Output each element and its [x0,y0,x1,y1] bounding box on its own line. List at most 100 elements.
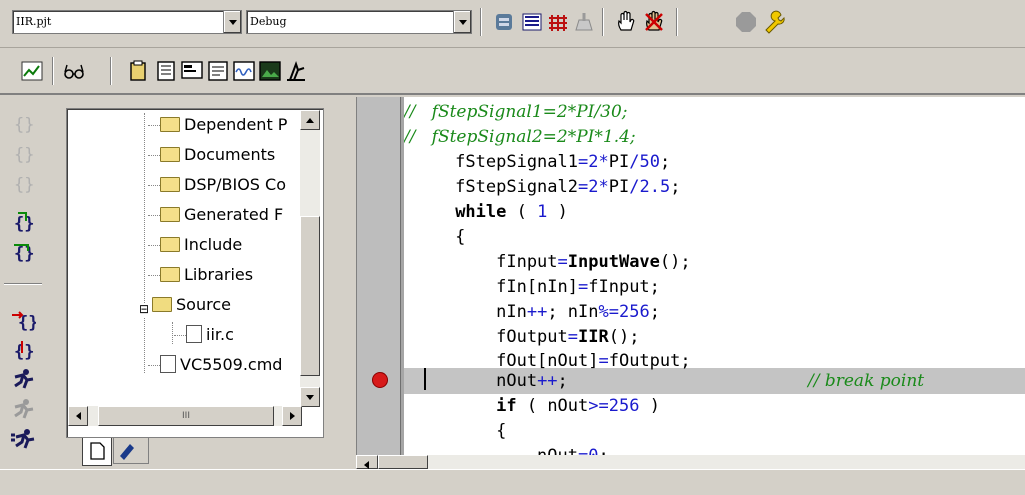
editor-horizontal-scrollbar[interactable] [356,455,1025,469]
code-line[interactable]: nOut++;// break point [404,368,1025,394]
step-toolbar: {} {} {} {} {} {} {} [0,97,46,469]
tree-vertical-scrollbar[interactable] [300,110,320,407]
step-over-active-icon: {} [14,244,34,264]
svg-text:{}: {} [14,145,34,165]
folder-icon [160,147,180,162]
step-into-source-button[interactable]: {} [10,111,36,137]
build-config-value: Debug [250,15,287,28]
scroll-right-button[interactable] [282,406,302,426]
svg-text:{}: {} [14,175,34,195]
view-mixed-button[interactable] [206,59,230,83]
code-line[interactable]: fIn[nIn]=fInput; [404,274,1025,300]
halt-button[interactable] [734,10,758,34]
watch-window-button[interactable] [62,59,86,83]
svg-text:{}: {} [14,342,34,362]
tree-item-dsp-bios[interactable]: DSP/BIOS Co [148,175,298,205]
code-line[interactable]: if ( nOut>=256 ) [404,393,1025,419]
code-line[interactable]: nOut=0; [404,443,1025,455]
toggle-breakpoint-button[interactable] [614,10,638,34]
run-to-cursor-icon: {} [12,311,38,333]
cmd-file-icon [160,355,176,373]
code-line[interactable]: { [404,418,1025,444]
code-editor[interactable]: // fStepSignal1=2*PI/30;// fStepSignal2=… [404,97,1025,455]
clipboard-icon [130,60,146,81]
tree-item-iir-c[interactable]: iir.c [174,325,294,355]
tree-collapse-toggle[interactable]: ⊟ [137,303,151,317]
scroll-thumb[interactable]: III [98,406,274,426]
build-config-select[interactable]: Debug [246,10,472,34]
project-select[interactable]: IIR.pjt [12,10,242,34]
view-image-button[interactable] [258,59,282,83]
tree-item-include[interactable]: Include [148,235,298,265]
scroll-left-button[interactable] [68,406,88,426]
tab-file-view[interactable] [82,438,112,466]
animate-disabled-button[interactable] [10,397,36,423]
editor-gutter[interactable] [356,97,400,469]
build-options-button[interactable] [762,10,786,34]
scroll-down-button[interactable] [300,387,320,407]
profiler-button[interactable] [284,59,308,83]
rebuild-all-button[interactable] [546,10,570,34]
remove-breakpoints-button[interactable] [642,10,666,34]
arrow-right-icon [290,412,295,420]
compile-file-button[interactable] [492,10,516,34]
scroll-thumb[interactable] [378,455,428,469]
svg-text:{}: {} [14,115,34,135]
view-memory-button[interactable] [126,59,150,83]
step-into-button[interactable]: {} [10,209,36,235]
step-into-active-icon: {} [14,212,34,234]
scroll-left-button[interactable] [356,455,378,469]
tree-item-source[interactable]: Source [152,295,298,325]
tree-item-label: Generated F [184,205,284,224]
tree-item-documents[interactable]: Documents [148,145,298,175]
tree-item-dependent[interactable]: Dependent P [148,115,298,145]
run-to-cursor-button[interactable]: {} [10,307,38,333]
step-out-source-button[interactable]: {} [10,171,36,197]
set-pc-button[interactable]: {} [10,337,36,363]
run-free-button[interactable] [10,427,36,453]
code-comment-line[interactable]: // fStepSignal1=2*PI/30; [404,99,1025,125]
folder-icon [160,267,180,282]
folder-icon [160,207,180,222]
stop-octagon-icon [736,12,756,32]
svg-text:{}: {} [14,214,34,234]
scroll-up-button[interactable] [300,110,320,130]
view-disassembly-button[interactable] [180,59,204,83]
tree-item-label: Include [184,235,243,254]
code-line[interactable]: { [404,224,1025,250]
code-line[interactable]: nIn++; nIn%=256; [404,299,1025,325]
status-bar [0,469,1025,495]
tree-connector [144,113,145,373]
step-into-icon: {} [14,115,34,135]
tree-horizontal-scrollbar[interactable]: III [68,406,302,426]
chevron-down-icon[interactable] [223,11,241,33]
stop-build-button[interactable] [572,10,596,34]
scroll-thumb[interactable] [300,216,320,376]
debug-toolbar [0,49,1025,95]
code-line[interactable]: fStepSignal2=2*PI/2.5; [404,174,1025,200]
animate-button[interactable] [10,367,36,393]
step-over-source-button[interactable]: {} [10,141,36,167]
tree-item-label: Libraries [184,265,254,284]
set-pc-icon: {} [14,341,34,362]
code-comment-line[interactable]: // fStepSignal2=2*PI*1.4; [404,124,1025,150]
step-over-button[interactable]: {} [10,239,36,265]
tree-item-generated[interactable]: Generated F [148,205,298,235]
disassembly-icon [181,61,203,79]
incremental-build-button[interactable] [520,10,544,34]
code-line[interactable]: fOutput=IIR(); [404,324,1025,350]
tree-item-libraries[interactable]: Libraries [148,265,298,295]
view-graph-button[interactable] [20,59,44,83]
code-line[interactable]: fInput=InputWave(); [404,249,1025,275]
code-line[interactable]: fStepSignal1=2*PI/50; [404,149,1025,175]
graph-window-icon [21,61,43,81]
tab-bookmarks[interactable] [113,438,149,464]
breakpoint-icon[interactable] [372,372,388,388]
view-registers-button[interactable] [154,59,178,83]
code-line[interactable]: while ( 1 ) [404,199,1025,225]
tree-item-vc5509-cmd[interactable]: VC5509.cmd [148,355,298,385]
running-man-disabled-icon [14,399,34,419]
chevron-down-icon[interactable] [453,11,471,33]
arrow-up-icon [306,118,314,123]
view-waveform-button[interactable] [232,59,256,83]
